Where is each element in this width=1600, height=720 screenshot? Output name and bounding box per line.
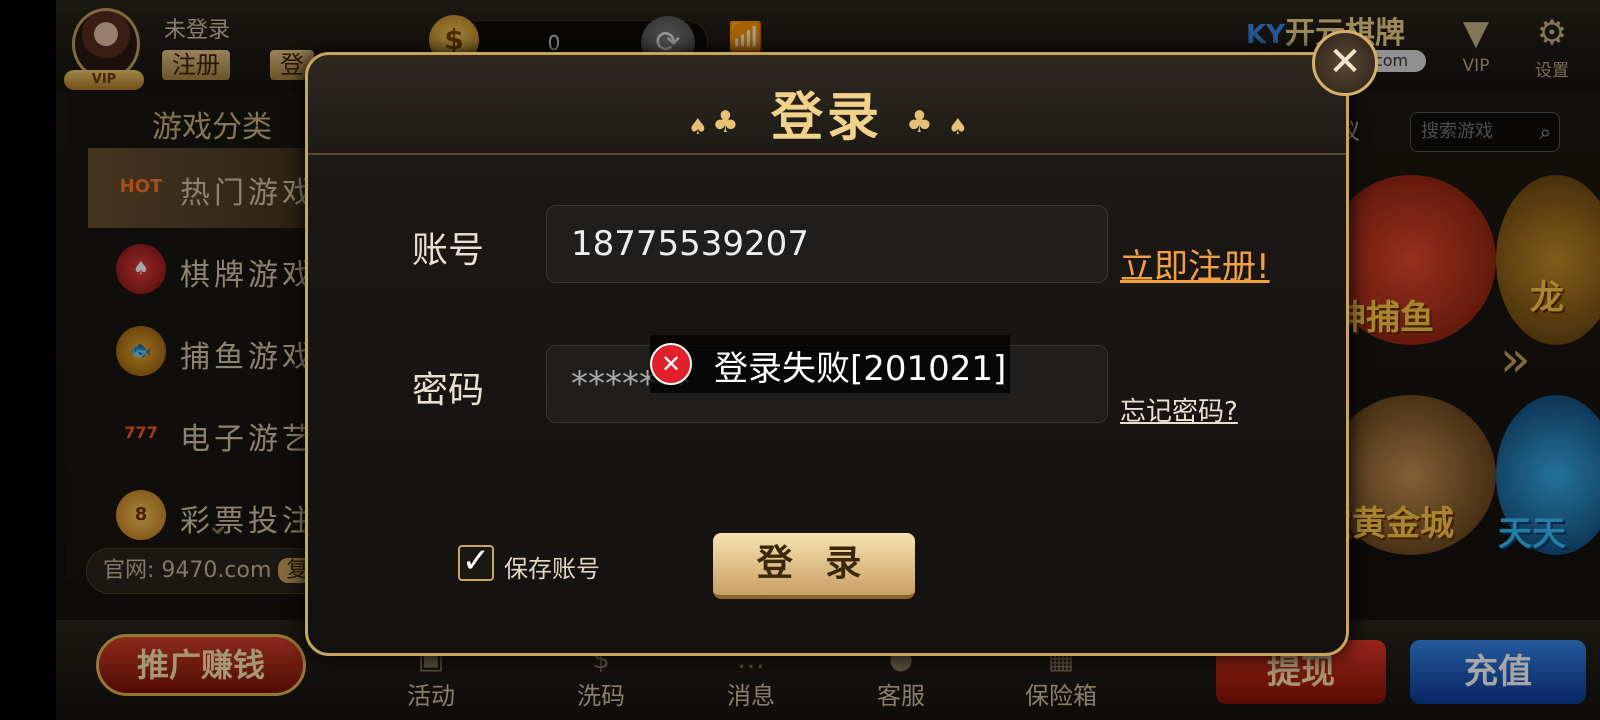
dialog-header: ♠ ♣ 登录 ♣ ♠ — [308, 55, 1346, 155]
dialog-title: 登录 — [770, 88, 883, 148]
save-account-checkbox[interactable]: ✓ — [458, 544, 494, 581]
spade-icon: ♠ — [948, 115, 968, 140]
login-dialog: ♠ ♣ 登录 ♣ ♠ 账号 18775539207 立即注册! 密码 *****… — [305, 52, 1349, 656]
error-icon: ✕ — [650, 343, 692, 385]
error-toast: ✕ 登录失败[201021] — [650, 335, 1010, 393]
close-icon[interactable]: ✕ — [1312, 30, 1378, 96]
save-account-label: 保存账号 — [504, 555, 600, 583]
password-label: 密码 — [412, 370, 485, 411]
login-button[interactable]: 登 录 — [713, 533, 915, 599]
account-label: 账号 — [412, 230, 485, 271]
forgot-password-link[interactable]: 忘记密码? — [1120, 391, 1238, 428]
error-message: 登录失败[201021] — [714, 349, 1007, 389]
account-input[interactable]: 18775539207 — [546, 205, 1108, 283]
register-link[interactable]: 立即注册! — [1120, 239, 1270, 288]
club-icon: ♣ — [906, 105, 933, 140]
